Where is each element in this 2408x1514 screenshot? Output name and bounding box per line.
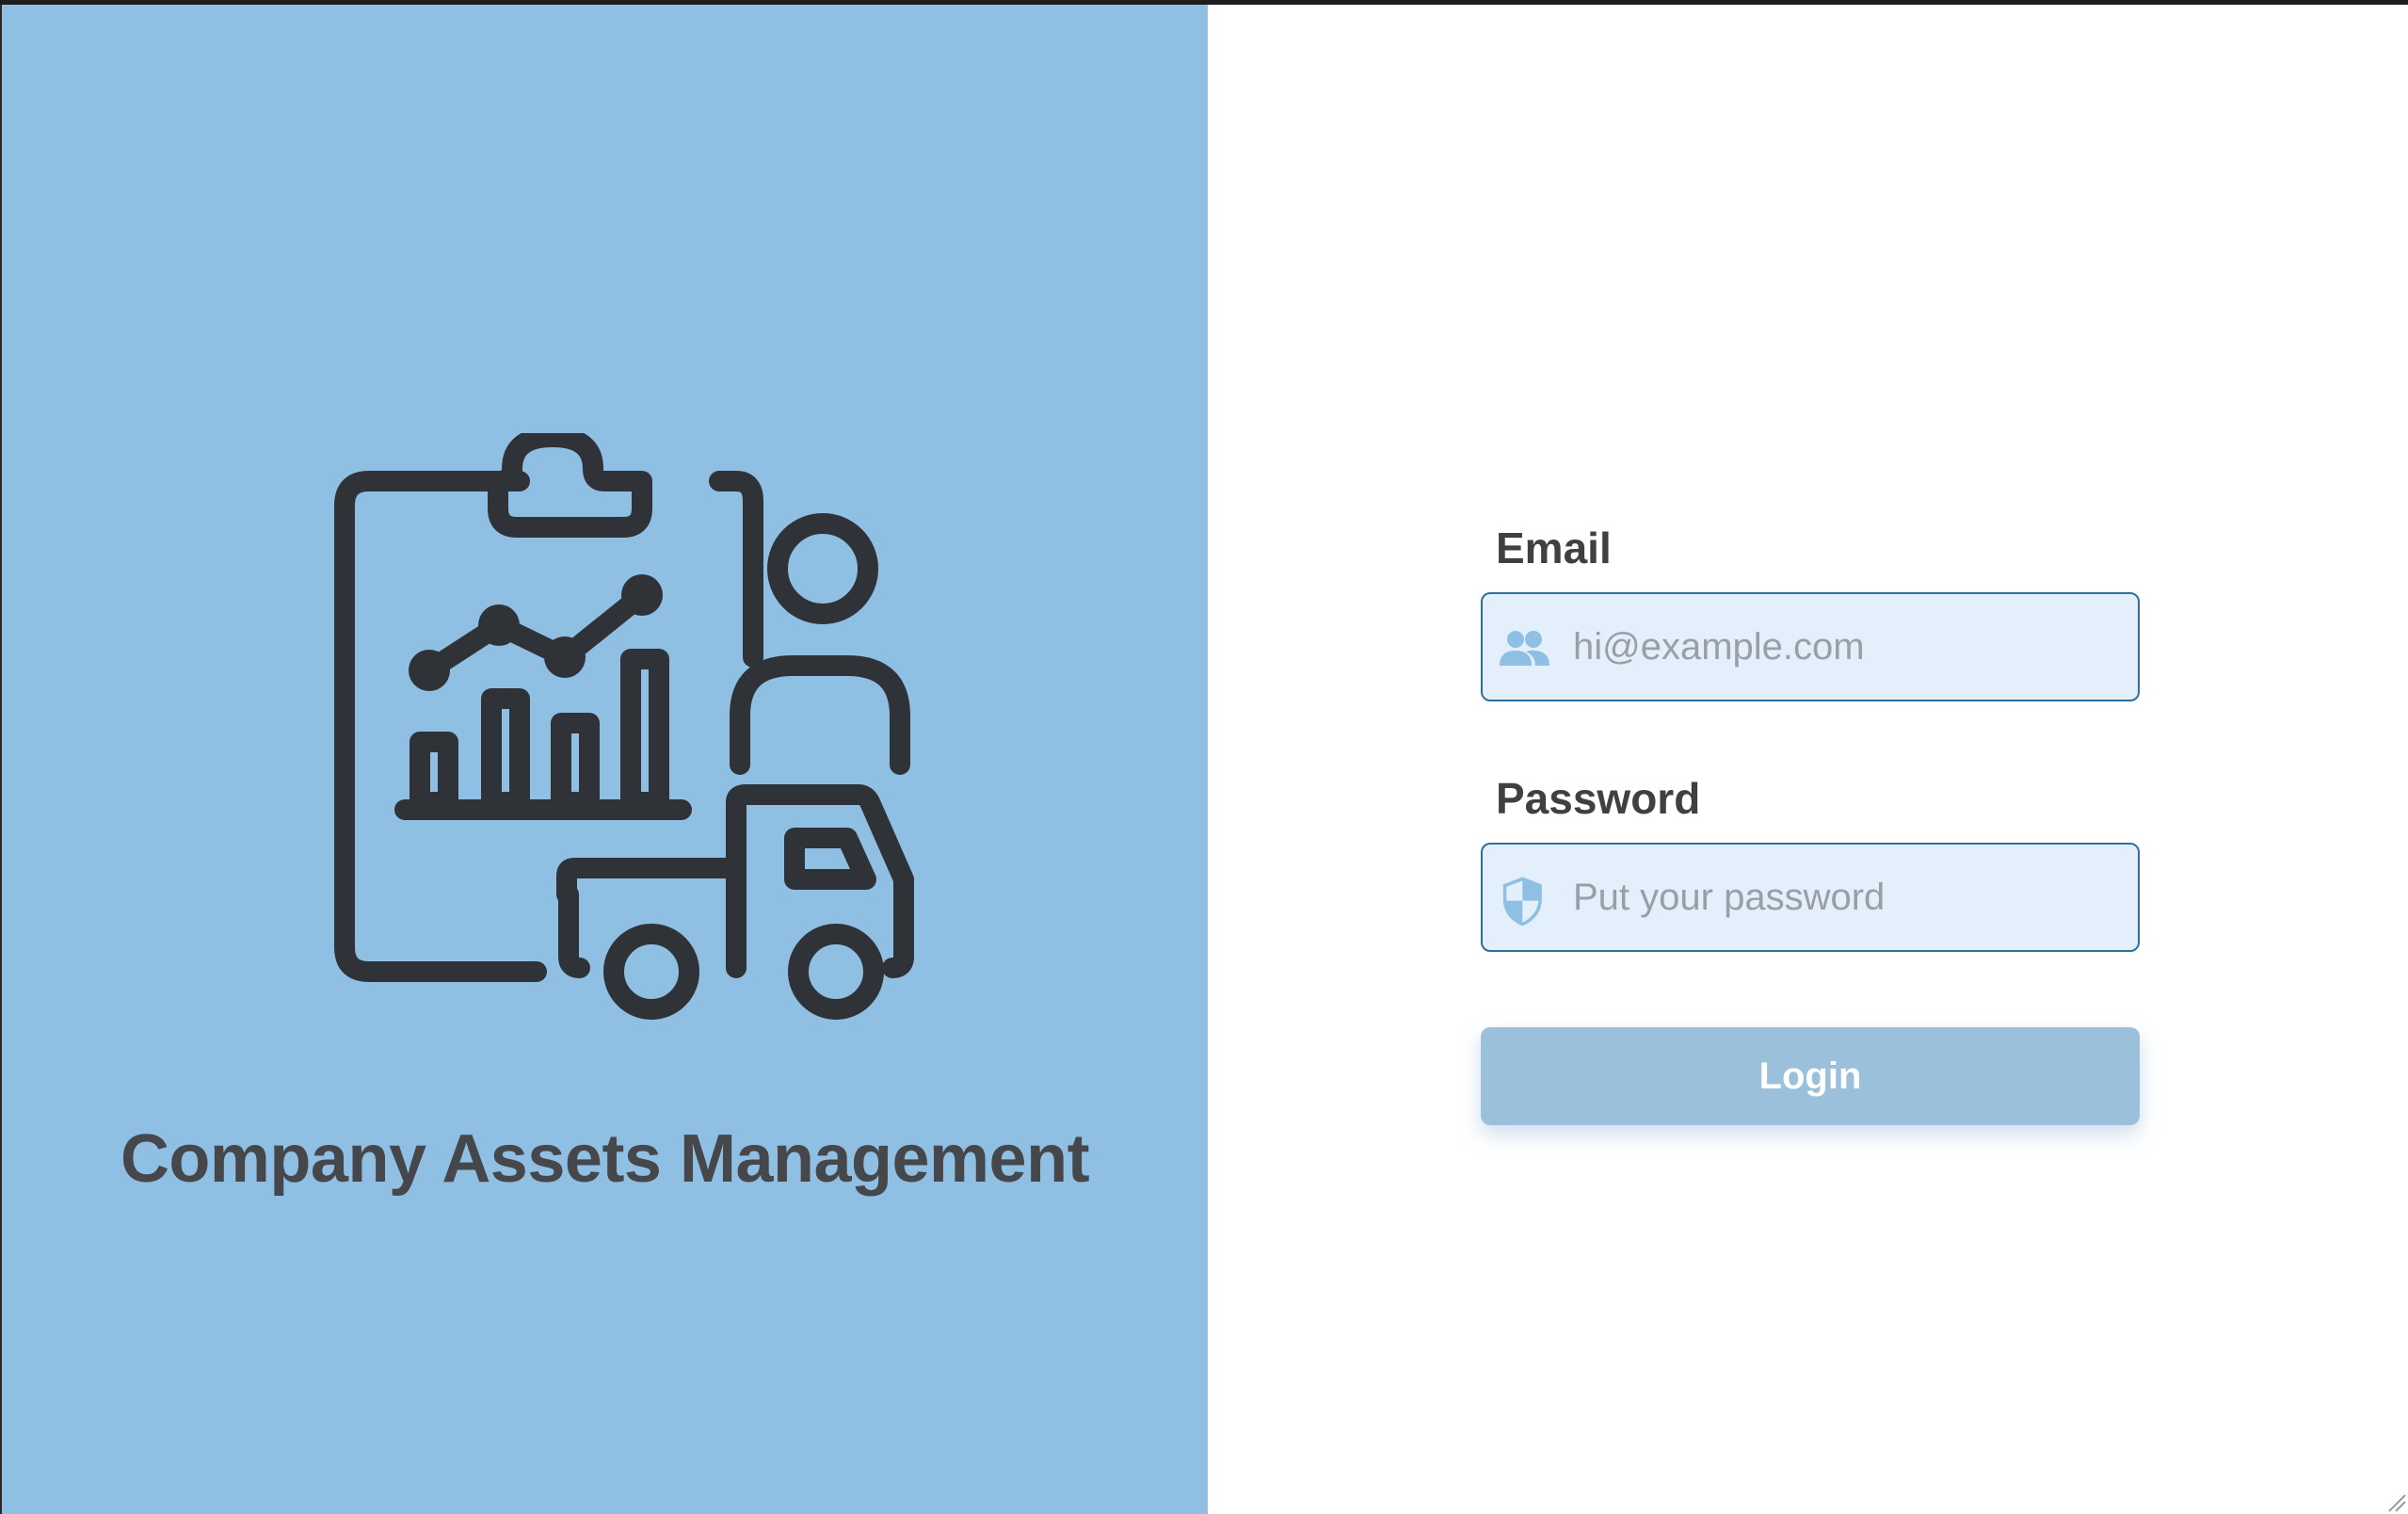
shield-icon xyxy=(1502,877,1542,926)
app-title: Company Assets Management xyxy=(120,1121,1090,1197)
brand-panel: Company Assets Management xyxy=(2,5,1208,1514)
app-window: Company Assets Management Email Password xyxy=(0,5,2408,1514)
email-input[interactable] xyxy=(1573,594,2119,700)
email-input-box[interactable] xyxy=(1481,592,2140,701)
login-button[interactable]: Login xyxy=(1481,1027,2140,1125)
resize-grip-icon[interactable] xyxy=(2385,1491,2406,1512)
email-field-group: Email xyxy=(1481,523,2140,701)
password-input-box[interactable] xyxy=(1481,843,2140,952)
login-form: Email Password xyxy=(1481,523,2140,1125)
users-icon xyxy=(1500,631,1549,666)
password-field-group: Password xyxy=(1481,773,2140,952)
login-panel: Email Password xyxy=(1208,5,2408,1514)
password-input[interactable] xyxy=(1573,845,2119,950)
assets-management-logo-icon xyxy=(334,433,914,1020)
password-label: Password xyxy=(1496,774,1701,823)
email-label: Email xyxy=(1496,523,1612,572)
